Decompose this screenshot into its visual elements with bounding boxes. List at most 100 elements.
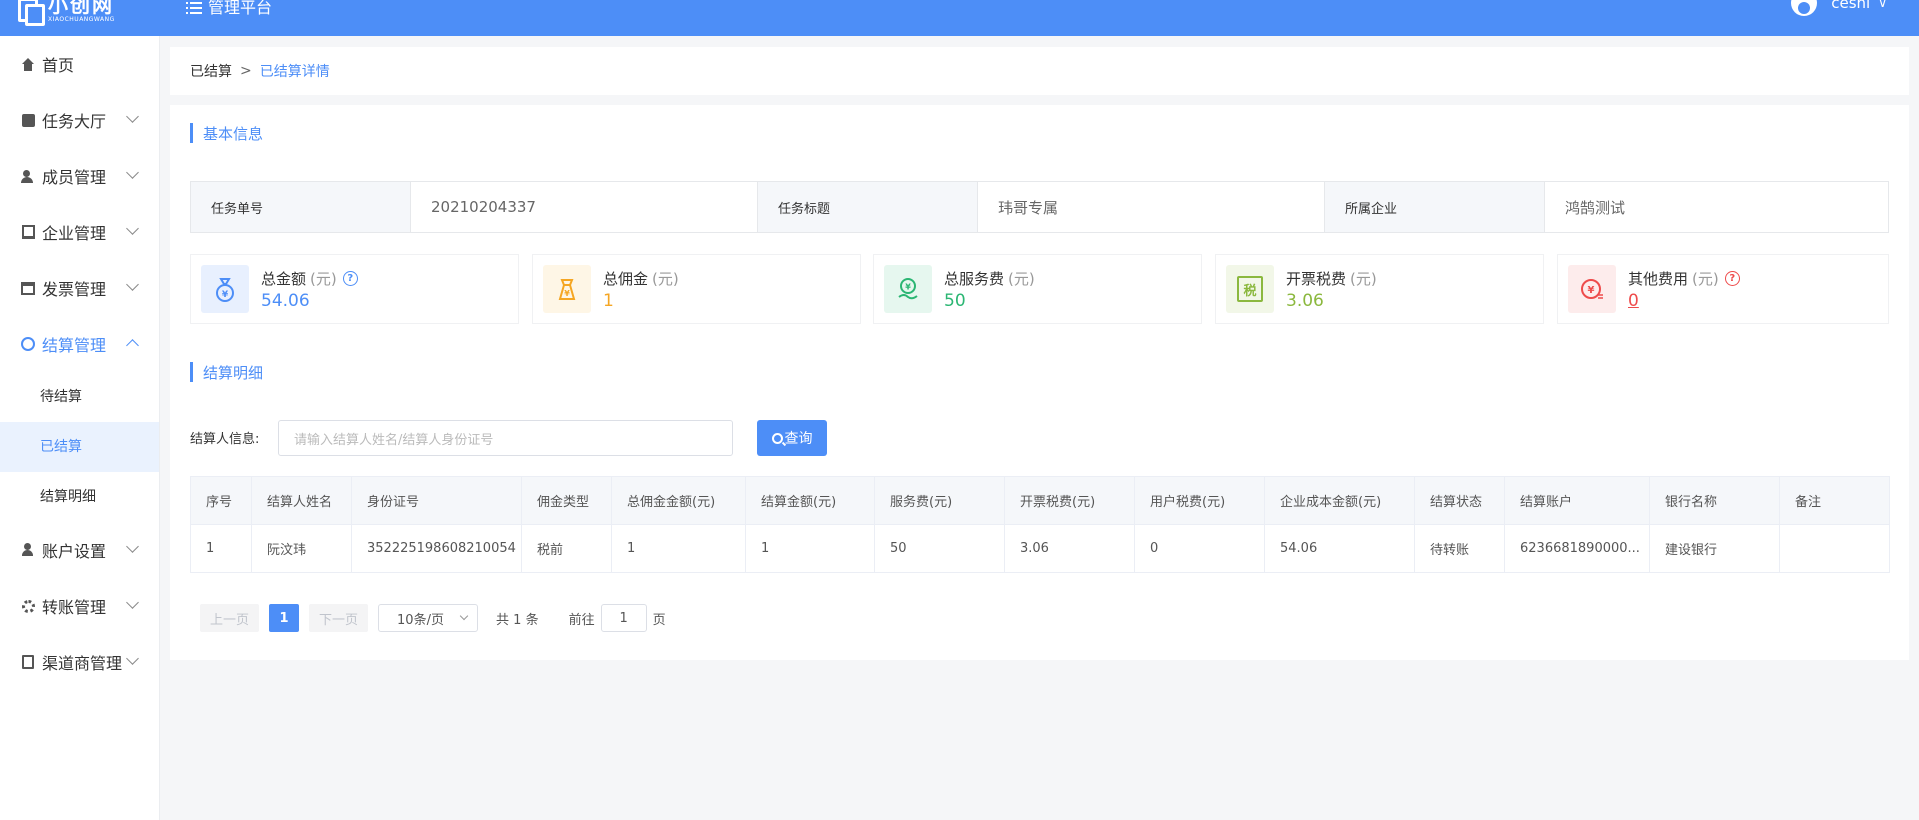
svg-text:¥: ¥ (564, 289, 570, 298)
column-header: 结算账户 (1504, 476, 1650, 525)
column-header: 结算状态 (1414, 476, 1505, 525)
prev-page-button[interactable]: 上一页 (200, 604, 260, 632)
goto-page-input[interactable]: 1 (600, 604, 647, 632)
tax-icon: 税 (1226, 265, 1274, 313)
user-menu[interactable]: ceshi ∨ (1791, 0, 1887, 16)
sidebar-item-channel[interactable]: 渠道商管理 (0, 634, 159, 690)
table-cell: 阮汶玮 (251, 524, 352, 573)
stat-card-service-fee: ¥ 总服务费 (元) 50 (873, 254, 1202, 324)
total-count: 共 1 条 (496, 612, 539, 628)
table-row: 1 阮汶玮 352225198608210054 税前 1 1 50 3.06 … (190, 524, 1890, 573)
info-value: 鸿鹄测试 (1565, 198, 1626, 217)
next-page-button[interactable]: 下一页 (309, 604, 369, 632)
info-key: 任务标题 (758, 182, 978, 232)
column-header: 佣金类型 (521, 476, 612, 525)
table-cell: 1 (611, 524, 746, 573)
stat-value[interactable]: 0 (1628, 291, 1740, 311)
stat-card-invoice-tax: 税 开票税费 (元) 3.06 (1215, 254, 1544, 324)
settler-search-input[interactable]: 请输入结算人姓名/结算人身份证号 (278, 420, 733, 456)
table-cell: 建设银行 (1649, 524, 1780, 573)
stat-value: 50 (944, 290, 966, 311)
logo[interactable]: 小创网 XIAOCHUANGWANG (16, 0, 115, 26)
column-header: 身份证号 (351, 476, 522, 525)
info-key: 任务单号 (191, 182, 411, 232)
search-icon (771, 432, 783, 444)
sidebar-item-account[interactable]: 账户设置 (0, 522, 159, 578)
sidebar-subitem-detail[interactable]: 结算明细 (0, 472, 159, 522)
stat-unit: (元) (1692, 269, 1719, 288)
search-button[interactable]: 查询 (757, 420, 827, 456)
sidebar-subitem-settled[interactable]: 已结算 (0, 422, 159, 472)
settlement-detail-panel: 结算人信息: 请输入结算人姓名/结算人身份证号 查询 序号 结算人姓名 身份证号… (170, 400, 1909, 660)
goto-prefix: 前往 (568, 612, 595, 628)
commission-icon: ¥ (543, 265, 591, 313)
page-size-select[interactable]: 10条/页 (378, 604, 479, 632)
stat-label: 其他费用 (1628, 269, 1689, 288)
stat-label: 总服务费 (944, 269, 1005, 288)
stat-unit: (元) (652, 269, 679, 288)
column-header: 序号 (190, 476, 252, 525)
platform-title-text: 管理平台 (208, 0, 273, 17)
help-icon[interactable]: ? (1724, 270, 1740, 286)
chevron-down-icon (126, 652, 139, 665)
section-title: 结算明细 (203, 363, 264, 382)
stat-unit: (元) (1008, 269, 1035, 288)
sidebar-item-task-hall[interactable]: 任务大厅 (0, 92, 159, 148)
chevron-down-icon (126, 596, 139, 609)
sidebar-item-home[interactable]: 首页 (0, 36, 159, 92)
info-table: 任务单号 20210204337 任务标题 玮哥专属 所属企业 鸿鹄测试 (190, 181, 1889, 233)
sidebar-item-label: 企业管理 (42, 224, 107, 243)
sidebar-item-settlement[interactable]: 结算管理 (0, 316, 159, 372)
account-icon (21, 543, 35, 557)
basic-info-header: 基本信息 (170, 105, 1909, 161)
help-icon[interactable]: ? (342, 270, 358, 286)
sidebar-item-label: 任务大厅 (42, 112, 107, 131)
sidebar-item-invoice[interactable]: 发票管理 (0, 260, 159, 316)
page-number-current[interactable]: 1 (269, 604, 300, 632)
chevron-down-icon (126, 222, 139, 235)
logo-name: 小创网 (48, 0, 114, 17)
service-fee-icon: ¥ (884, 265, 932, 313)
table-cell: 50 (874, 524, 1005, 573)
sidebar-item-transfer[interactable]: 转账管理 (0, 578, 159, 634)
breadcrumb-parent[interactable]: 已结算 (190, 61, 232, 81)
task-icon (21, 113, 35, 127)
sidebar-item-label: 结算管理 (42, 336, 107, 355)
stat-label: 开票税费 (1286, 269, 1347, 288)
sidebar-item-label: 渠道商管理 (42, 654, 123, 673)
building-icon (21, 225, 35, 239)
table-cell (1779, 524, 1890, 573)
sidebar-subitem-pending[interactable]: 待结算 (0, 372, 159, 422)
stat-label: 总金额 (261, 269, 307, 288)
invoice-icon (21, 281, 35, 295)
table-cell: 待转账 (1414, 524, 1505, 573)
stat-label: 总佣金 (603, 269, 649, 288)
stat-card-total-commission: ¥ 总佣金 (元) 1 (532, 254, 861, 324)
username: ceshi (1831, 0, 1871, 12)
home-icon (21, 57, 35, 71)
stat-unit: (元) (310, 269, 337, 288)
sidebar-item-members[interactable]: 成员管理 (0, 148, 159, 204)
chevron-down-icon (126, 110, 139, 123)
breadcrumb: 已结算 > 已结算详情 (170, 47, 1909, 95)
stat-value: 1 (603, 290, 614, 311)
users-icon (20, 169, 36, 183)
stat-unit: (元) (1350, 269, 1377, 288)
stat-value: 3.06 (1286, 290, 1324, 311)
table-cell: 6236681890000... (1504, 524, 1650, 573)
chevron-down-icon (126, 166, 139, 179)
chevron-down-icon (126, 540, 139, 553)
money-bag-icon: ¥ (201, 265, 249, 313)
section-marker (190, 362, 193, 382)
stat-card-total-amount: ¥ 总金额 (元) ? 54.06 (190, 254, 519, 324)
logo-subtitle: XIAOCHUANGWANG (48, 16, 115, 23)
section-marker (190, 123, 193, 143)
column-header: 企业成本金额(元) (1264, 476, 1415, 525)
pagination: 上一页 1 下一页 10条/页 共 1 条 前往 1 页 (200, 604, 666, 632)
svg-text:¥: ¥ (1588, 285, 1595, 296)
platform-title[interactable]: 管理平台 (186, 0, 272, 16)
info-key: 所属企业 (1325, 182, 1545, 232)
chevron-up-icon (126, 339, 139, 352)
table-cell: 税前 (521, 524, 612, 573)
sidebar-item-enterprise[interactable]: 企业管理 (0, 204, 159, 260)
